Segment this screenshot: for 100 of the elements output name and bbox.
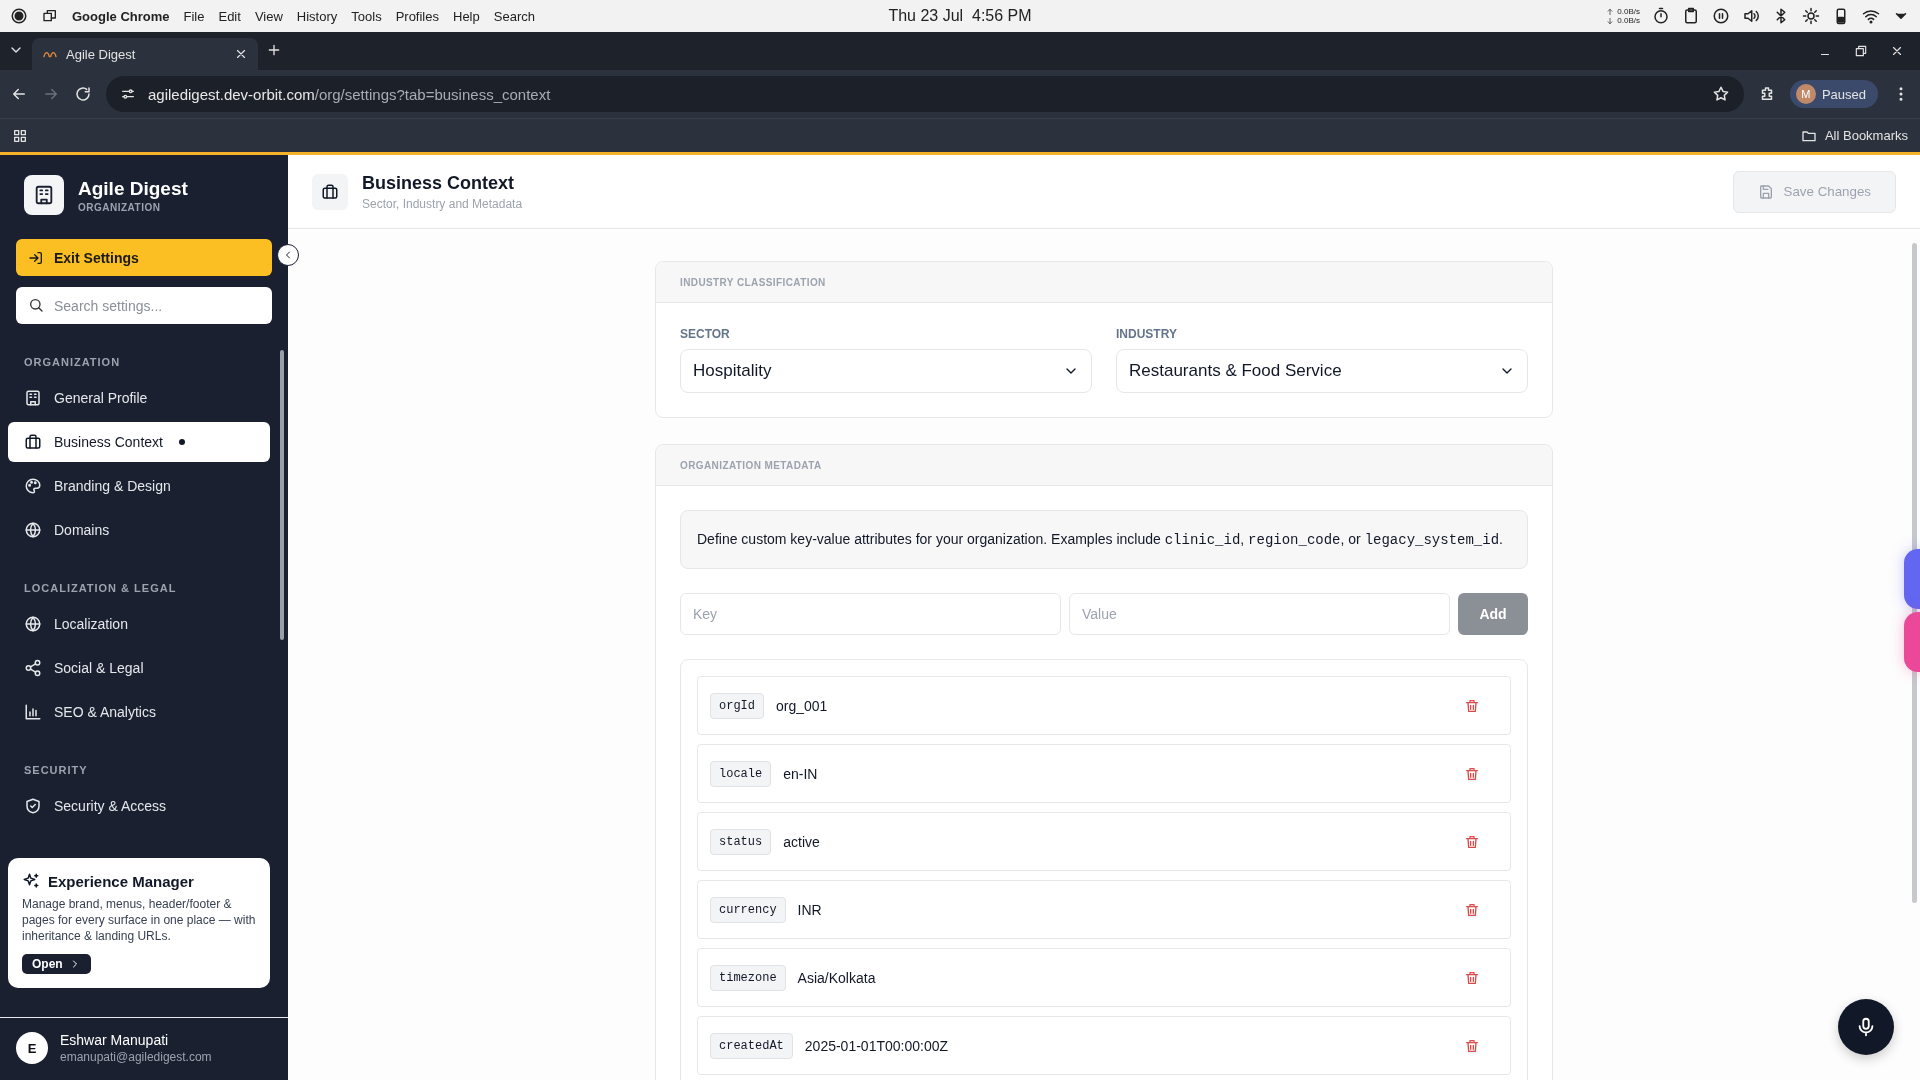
card-title: ORGANIZATION METADATA bbox=[656, 445, 1552, 486]
clock: Thu 23 Jul 4:56 PM bbox=[888, 7, 1032, 25]
user-name: Eshwar Manupati bbox=[60, 1032, 170, 1048]
metadata-value: Asia/Kolkata bbox=[797, 969, 877, 986]
apps-grid-icon[interactable] bbox=[12, 127, 28, 144]
section-heading: ORGANIZATION bbox=[23, 356, 122, 368]
section-heading: SECURITY bbox=[23, 764, 89, 776]
metadata-value: org_001 bbox=[776, 697, 829, 714]
metadata-value: INR bbox=[797, 901, 823, 918]
nav-item[interactable]: Branding & Design bbox=[8, 466, 270, 506]
bar-chart-icon bbox=[24, 703, 42, 721]
collapse-button[interactable] bbox=[277, 244, 299, 266]
metadata-key: orgId bbox=[710, 692, 764, 719]
nav-item[interactable]: Localization bbox=[8, 604, 270, 644]
nav-item[interactable]: SEO & Analytics bbox=[8, 692, 270, 732]
nav-item[interactable]: Security & Access bbox=[8, 786, 270, 826]
menu-item[interactable]: Edit bbox=[218, 8, 241, 24]
value-field[interactable]: Value bbox=[1069, 593, 1450, 635]
exit-settings-button[interactable]: Exit Settings bbox=[16, 239, 272, 276]
save-icon bbox=[1757, 183, 1774, 200]
trash-icon[interactable] bbox=[1464, 697, 1480, 714]
select-field[interactable]: Restaurants & Food Service bbox=[1116, 349, 1528, 393]
card-title: INDUSTRY CLASSIFICATION bbox=[656, 262, 1552, 303]
wifi-icon[interactable] bbox=[1862, 7, 1880, 25]
trash-icon[interactable] bbox=[1464, 969, 1480, 986]
shield-icon bbox=[24, 797, 42, 815]
briefcase-icon bbox=[321, 182, 339, 201]
field-label: SECTOR bbox=[680, 327, 731, 341]
close-icon[interactable] bbox=[234, 47, 248, 61]
exit-icon bbox=[28, 249, 44, 266]
site-settings-icon bbox=[120, 86, 136, 102]
select-field[interactable]: Hospitality bbox=[680, 349, 1092, 393]
timer-icon[interactable] bbox=[1652, 7, 1670, 25]
app-name: Google Chrome bbox=[72, 8, 170, 24]
brand-name: Agile Digest bbox=[78, 177, 188, 200]
menu-item[interactable]: History bbox=[296, 8, 338, 24]
share-icon bbox=[24, 659, 42, 677]
search-icon bbox=[28, 297, 44, 313]
open-button[interactable]: Open bbox=[22, 954, 91, 974]
building-icon bbox=[33, 184, 55, 206]
nav-item[interactable]: Business Context bbox=[8, 422, 270, 462]
profile-button[interactable]: M Paused bbox=[1789, 80, 1878, 108]
microphone-button[interactable] bbox=[1838, 999, 1894, 1055]
menu-item[interactable]: Help bbox=[453, 8, 480, 24]
volume-icon[interactable] bbox=[1742, 7, 1760, 25]
trash-icon[interactable] bbox=[1464, 765, 1480, 782]
nav-item[interactable]: General Profile bbox=[8, 378, 270, 418]
field-label: INDUSTRY bbox=[1116, 327, 1178, 341]
menu-item[interactable]: View bbox=[254, 8, 283, 24]
metadata-key: status bbox=[710, 828, 772, 855]
promo-text: Manage brand, menus, header/footer & pages for every surface in one place — with inheritance & landing URLs. bbox=[22, 896, 256, 944]
upload-speed: 0.0B/s bbox=[1617, 7, 1640, 16]
browser-tab[interactable]: Agile Digest bbox=[32, 38, 258, 70]
menu-item[interactable]: Search bbox=[493, 8, 535, 24]
brand-subtitle: ORGANIZATION bbox=[78, 201, 162, 213]
up-arrow-icon bbox=[1606, 7, 1615, 16]
address-bar[interactable]: agiledigest.dev-orbit.com/org/settings?tab=business_context bbox=[106, 76, 1744, 112]
bookmarks-folder[interactable]: All Bookmarks bbox=[1800, 127, 1908, 144]
metadata-value: active bbox=[783, 833, 821, 850]
reload-icon[interactable] bbox=[74, 85, 92, 103]
sparkle-icon bbox=[22, 872, 40, 890]
trash-icon[interactable] bbox=[1464, 1037, 1480, 1054]
metadata-key: createdAt bbox=[710, 1032, 793, 1059]
download-speed: 0.0B/s bbox=[1617, 16, 1640, 25]
key-field[interactable]: Key bbox=[680, 593, 1061, 635]
menu-item[interactable]: Profiles bbox=[395, 8, 439, 24]
metadata-key: currency bbox=[710, 896, 786, 923]
page-subtitle: Sector, Industry and Metadata bbox=[362, 196, 523, 211]
clipboard-icon[interactable] bbox=[1682, 7, 1700, 25]
section-heading: LOCALIZATION & LEGAL bbox=[23, 582, 178, 594]
page-title: Business Context bbox=[362, 172, 516, 194]
pause-icon[interactable] bbox=[1712, 7, 1730, 25]
globe-icon bbox=[24, 615, 42, 633]
menu-item[interactable]: File bbox=[183, 8, 205, 24]
scrollbar[interactable] bbox=[280, 350, 284, 640]
metadata-value: 2025-01-01T00:00:00Z bbox=[804, 1037, 950, 1054]
brightness-icon[interactable] bbox=[1802, 7, 1820, 25]
metadata-key: locale bbox=[710, 760, 772, 787]
close-icon[interactable] bbox=[1890, 44, 1904, 58]
trash-icon[interactable] bbox=[1464, 901, 1480, 918]
info-text: Define custom key-value attributes for your organization. Examples include clinic_id, region_code, or legacy_system_id. bbox=[680, 510, 1528, 569]
record-icon[interactable] bbox=[10, 7, 28, 25]
nav-item[interactable]: Domains bbox=[8, 510, 270, 550]
palette-icon bbox=[24, 477, 42, 495]
user-email: emanupati@agiledigest.com bbox=[60, 1050, 212, 1064]
menu-item[interactable]: Tools bbox=[351, 8, 382, 24]
metadata-key: timezone bbox=[710, 964, 786, 991]
search-field[interactable]: Search settings... bbox=[16, 287, 272, 324]
user-avatar: E bbox=[16, 1032, 48, 1064]
globe-icon bbox=[24, 521, 42, 539]
down-arrow-icon bbox=[1606, 16, 1615, 25]
star-icon[interactable] bbox=[1711, 85, 1730, 103]
metadata-value: en-IN bbox=[783, 765, 819, 782]
windows-icon[interactable] bbox=[42, 8, 58, 24]
building-icon bbox=[24, 389, 42, 407]
promo-title: Experience Manager bbox=[48, 872, 194, 890]
trash-icon[interactable] bbox=[1464, 833, 1480, 850]
briefcase-icon bbox=[24, 433, 42, 451]
restore-icon[interactable] bbox=[1854, 44, 1868, 58]
nav-item[interactable]: Social & Legal bbox=[8, 648, 270, 688]
